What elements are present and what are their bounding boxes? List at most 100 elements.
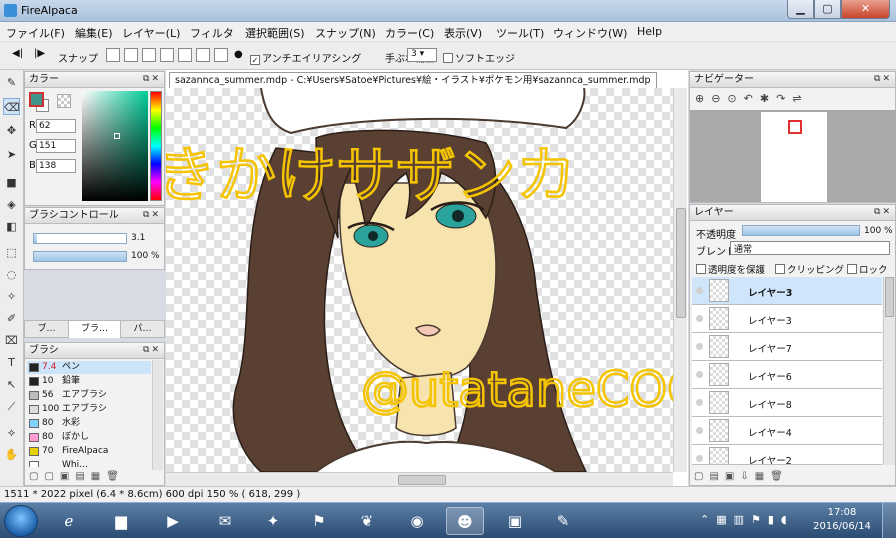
- panel-dock-icons[interactable]: ⧉✕: [143, 72, 161, 87]
- menu-color[interactable]: カラー(C): [385, 25, 434, 41]
- select-tool-icon[interactable]: ⬚: [3, 244, 20, 261]
- layer-row[interactable]: レイヤー3: [692, 305, 882, 333]
- layer-row[interactable]: レイヤー2: [692, 445, 882, 465]
- hand-tool-icon[interactable]: ✋: [3, 446, 20, 463]
- saturation-value-field[interactable]: [82, 91, 148, 201]
- hue-slider[interactable]: [150, 91, 162, 201]
- transform-tool-icon[interactable]: ✥: [3, 122, 20, 139]
- soft-edge-checkbox[interactable]: ソフトエッジ: [443, 50, 515, 65]
- brush-item-firealpaca[interactable]: 70 FireAlpaca: [27, 445, 151, 458]
- drawing-canvas[interactable]: 描きかけサザンカ @utataneCOCO: [166, 88, 673, 472]
- navigator-viewport-rect[interactable]: [788, 120, 802, 134]
- network-app-icon[interactable]: ✦: [254, 507, 292, 535]
- snap-circle-icon[interactable]: [196, 48, 210, 62]
- eraser-tool-icon[interactable]: ⌫: [3, 98, 20, 115]
- move-tool-icon[interactable]: ➤: [3, 146, 20, 163]
- bucket-tool-icon[interactable]: ◈: [3, 196, 20, 213]
- file-explorer-icon[interactable]: ▆: [102, 507, 140, 535]
- media-player-icon[interactable]: ▶: [154, 507, 192, 535]
- snap-parallel-icon[interactable]: [124, 48, 138, 62]
- menu-edit[interactable]: 編集(E): [75, 25, 113, 41]
- pen-tool-icon[interactable]: ✎: [3, 74, 20, 91]
- eyedropper-tool-icon[interactable]: ⟡: [3, 424, 20, 441]
- minimize-button[interactable]: ▁: [787, 0, 814, 19]
- color-cursor[interactable]: [114, 133, 120, 139]
- menu-selection[interactable]: 選択範囲(S): [245, 25, 305, 41]
- layer-row[interactable]: レイヤー3: [692, 277, 882, 305]
- gradient-tool-icon[interactable]: ◧: [3, 218, 20, 235]
- panel-dock-icons[interactable]: ⧉✕: [143, 208, 161, 223]
- text-tool-icon[interactable]: T: [3, 354, 20, 371]
- menu-layer[interactable]: レイヤー(L): [122, 25, 180, 41]
- snap-settings-icon[interactable]: ●: [234, 49, 243, 60]
- brush-item-partial[interactable]: Whi…: [27, 459, 151, 467]
- tab-brush[interactable]: ブ…: [25, 321, 69, 338]
- stabilizer-select[interactable]: 3 ▾: [407, 48, 437, 62]
- panel-dock-icons[interactable]: ⧉✕: [874, 205, 892, 220]
- layer-visibility-icon[interactable]: [696, 315, 703, 322]
- clipping-checkbox[interactable]: クリッピング: [775, 262, 844, 276]
- redo-icon[interactable]: |▶: [34, 48, 45, 59]
- layer-row[interactable]: レイヤー4: [692, 417, 882, 445]
- snap-grid-icon[interactable]: [142, 48, 156, 62]
- brush-item-watercolor[interactable]: 80 水彩: [27, 417, 151, 430]
- internet-explorer-icon[interactable]: ℯ: [50, 507, 88, 535]
- b-input[interactable]: 138: [36, 159, 76, 173]
- menu-help[interactable]: Help: [637, 25, 662, 38]
- layer-scrollbar[interactable]: [883, 277, 895, 465]
- document-tab[interactable]: sazannca_summer.mdp - C:¥Users¥Satoe¥Pic…: [169, 72, 657, 88]
- firealpaca-taskbar-icon[interactable]: ☻: [446, 507, 484, 535]
- brush-item-airbrush-1[interactable]: 56 エアブラシ: [27, 389, 151, 402]
- snap-diagonal-icon[interactable]: [160, 48, 174, 62]
- snap-curve-icon[interactable]: [214, 48, 228, 62]
- layer-row[interactable]: レイヤー7: [692, 333, 882, 361]
- menu-snap[interactable]: スナップ(N): [315, 25, 376, 41]
- chrome-icon[interactable]: ◉: [398, 507, 436, 535]
- navigator-tools[interactable]: ⊕⊖⊙↶✱↷⇌: [695, 92, 809, 105]
- menu-window[interactable]: ウィンドウ(W): [553, 25, 627, 41]
- blend-mode-select[interactable]: 通常: [730, 241, 890, 255]
- paint-icon[interactable]: ✎: [544, 507, 582, 535]
- select-eraser-icon[interactable]: ⌧: [3, 332, 20, 349]
- protect-alpha-checkbox[interactable]: 透明度を保護: [696, 262, 765, 276]
- brush-item-pencil[interactable]: 10 鉛筆: [27, 375, 151, 388]
- undo-icon[interactable]: ◀|: [12, 48, 23, 59]
- brush-item-airbrush-2[interactable]: 100 エアブラシ: [27, 403, 151, 416]
- layer-panel-actions[interactable]: ▢▤▣⇩▦🗑: [694, 471, 789, 482]
- brush-size-slider[interactable]: [33, 233, 127, 244]
- canvas-vertical-scrollbar[interactable]: [673, 88, 687, 472]
- rectangle-fill-icon[interactable]: ■: [3, 174, 20, 191]
- select-pen-icon[interactable]: ✐: [3, 310, 20, 327]
- outlook-icon[interactable]: ✉: [206, 507, 244, 535]
- layer-row[interactable]: レイヤー8: [692, 389, 882, 417]
- close-button[interactable]: ✕: [841, 0, 890, 19]
- foreground-color-swatch[interactable]: [29, 92, 44, 107]
- lasso-tool-icon[interactable]: ◌: [3, 266, 20, 283]
- tab-palette[interactable]: パ…: [121, 321, 165, 338]
- snap-off-icon[interactable]: [106, 48, 120, 62]
- canvas-horizontal-scrollbar[interactable]: [166, 472, 673, 486]
- brush-item-blur[interactable]: 80 ぼかし: [27, 431, 151, 444]
- pdf-reader-icon[interactable]: ⚑: [300, 507, 338, 535]
- layer-visibility-icon[interactable]: [696, 343, 703, 350]
- layer-visibility-icon[interactable]: [696, 455, 703, 462]
- vertical-scroll-thumb[interactable]: [676, 208, 686, 318]
- brush-item-pen[interactable]: 7.4 ペン: [27, 361, 151, 374]
- menu-file[interactable]: ファイル(F): [6, 25, 65, 41]
- layer-visibility-icon[interactable]: [696, 427, 703, 434]
- lock-checkbox[interactable]: ロック: [847, 262, 888, 276]
- r-input[interactable]: 62: [36, 119, 76, 133]
- transparent-color-swatch[interactable]: [57, 94, 71, 108]
- layer-scroll-thumb[interactable]: [885, 277, 894, 317]
- navigator-view[interactable]: [690, 110, 896, 202]
- show-desktop-button[interactable]: [882, 503, 896, 538]
- system-tray-icons[interactable]: ⌃▦▥⚑▮◖: [700, 513, 794, 526]
- maximize-button[interactable]: ▢: [814, 0, 841, 19]
- magic-wand-icon[interactable]: ✧: [3, 288, 20, 305]
- operation-tool-icon[interactable]: ↖: [3, 376, 20, 393]
- layer-visibility-icon[interactable]: [696, 287, 703, 294]
- panel-dock-icons[interactable]: ⧉✕: [874, 72, 892, 87]
- layer-visibility-icon[interactable]: [696, 371, 703, 378]
- horizontal-scroll-thumb[interactable]: [398, 475, 446, 485]
- photo-viewer-icon[interactable]: ▣: [496, 507, 534, 535]
